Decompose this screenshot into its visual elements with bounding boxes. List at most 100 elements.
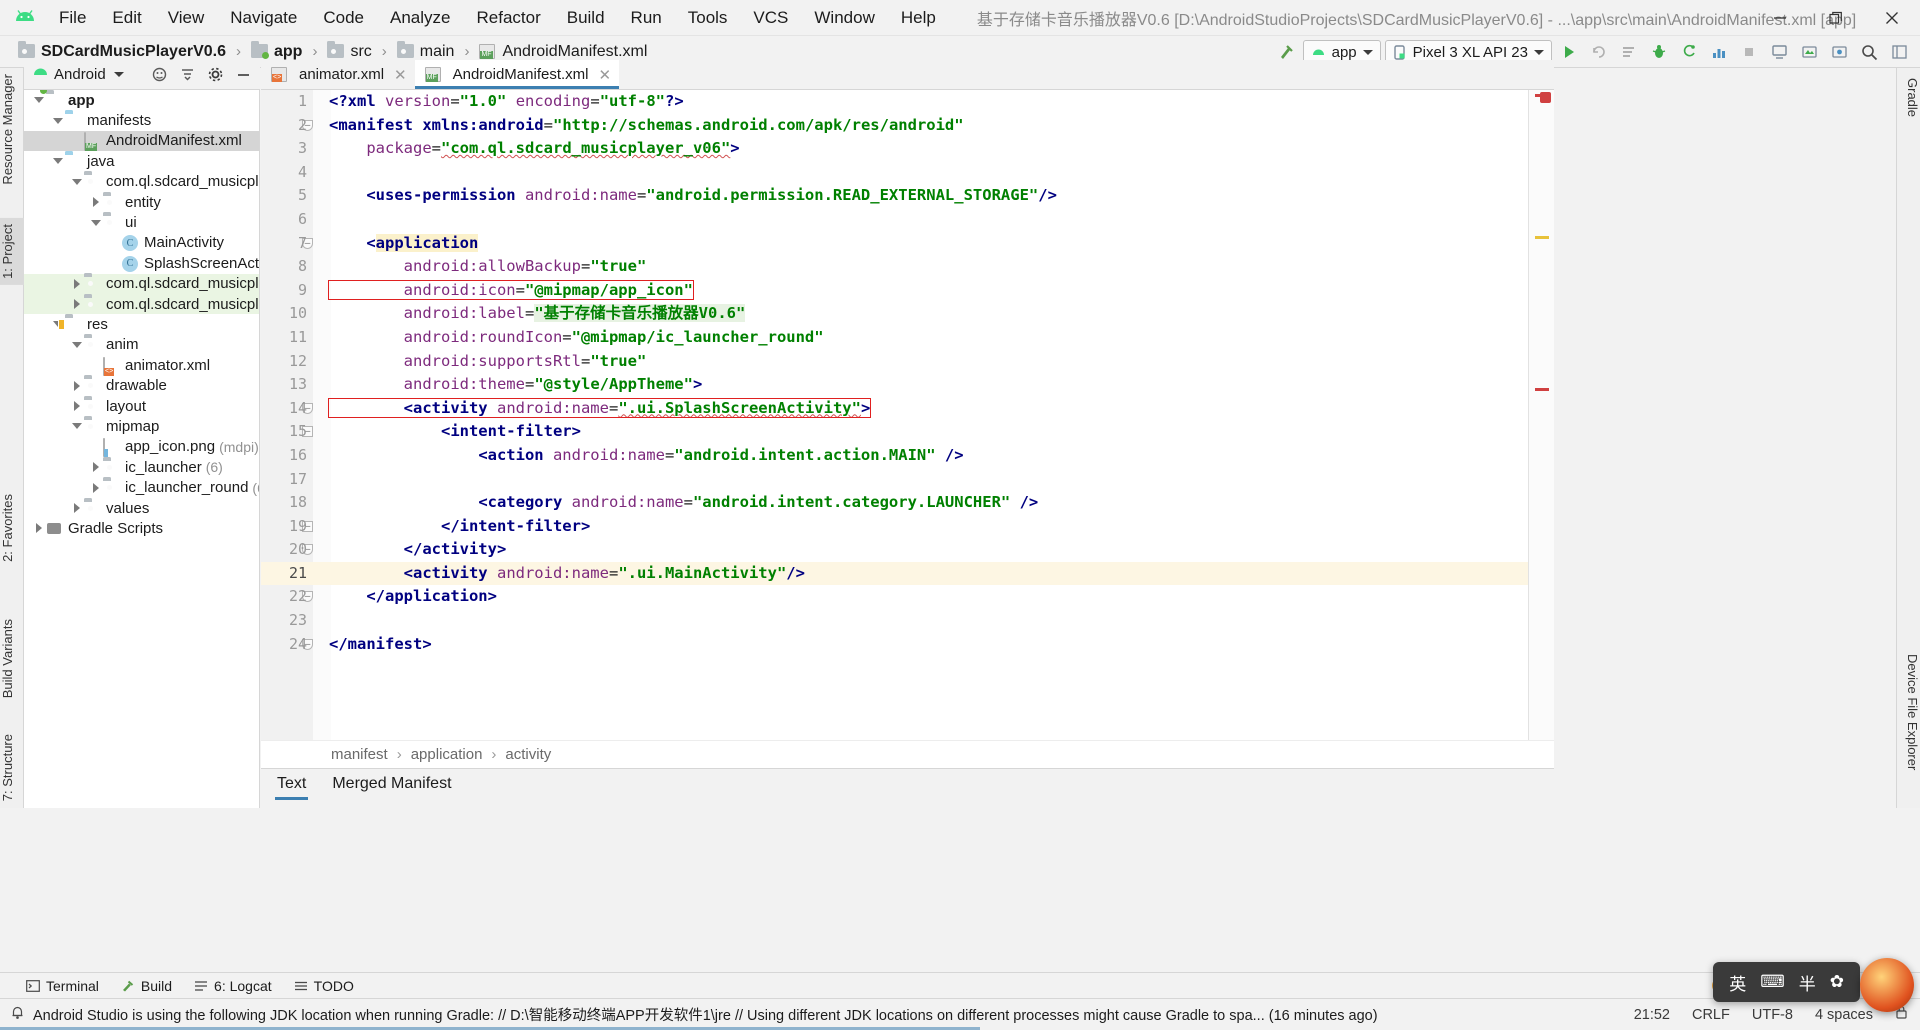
menu-help[interactable]: Help	[888, 4, 949, 32]
sidebar-item-device-file-explorer[interactable]: Device File Explorer	[1896, 648, 1920, 776]
code-line[interactable]: android:icon="@mipmap/app_icon"	[321, 279, 1554, 303]
debug-icon[interactable]	[1646, 39, 1672, 65]
tree-toggle-collapsed-icon[interactable]	[70, 297, 84, 311]
chevron-down-icon-project[interactable]	[113, 72, 124, 77]
tree-node-values[interactable]: values	[24, 498, 259, 518]
status-indent[interactable]: 4 spaces	[1815, 1007, 1873, 1023]
tree-node-mainactivity[interactable]: C MainActivity	[24, 233, 259, 253]
settings-gear-icon[interactable]	[202, 62, 228, 88]
status-line-separator[interactable]: CRLF	[1692, 1007, 1730, 1023]
tree-toggle-collapsed-icon[interactable]	[32, 521, 46, 535]
sdk-manager-icon[interactable]	[1796, 39, 1822, 65]
tree-toggle-expanded-icon[interactable]	[70, 419, 84, 433]
code-content[interactable]: <?xml version="1.0" encoding="utf-8"?> – <…	[302, 90, 1554, 740]
tree-toggle-collapsed-icon[interactable]	[89, 460, 103, 474]
tree-node-manifests[interactable]: manifests	[24, 110, 259, 130]
tree-toggle-expanded-icon[interactable]	[70, 338, 84, 352]
stop-icon[interactable]	[1736, 39, 1762, 65]
error-badge-icon[interactable]	[1540, 92, 1551, 103]
menu-window[interactable]: Window	[801, 4, 887, 32]
tree-node-ic-launcher[interactable]: ic_launcher (6)	[24, 457, 259, 477]
tree-toggle-expanded-icon[interactable]	[70, 175, 84, 189]
code-line[interactable]: android:label="基于存储卡音乐播放器V0.6"	[321, 302, 1554, 326]
code-line[interactable]: – </activity>	[302, 538, 1554, 562]
restore-icon[interactable]	[1808, 0, 1864, 36]
tree-node-app-icon-png[interactable]: app_icon.png (mdpi)	[24, 437, 259, 458]
run-icon[interactable]	[1556, 39, 1582, 65]
code-line[interactable]: – </intent-filter>	[302, 515, 1554, 539]
menu-edit[interactable]: Edit	[99, 4, 154, 32]
tool-window-terminal[interactable]: Terminal	[26, 978, 99, 994]
tree-toggle-collapsed-icon[interactable]	[70, 277, 84, 291]
tab-text[interactable]: Text	[275, 772, 309, 800]
tree-toggle-collapsed-icon[interactable]	[70, 501, 84, 515]
tree-node-ic-launcher-round[interactable]: ic_launcher_round(6)	[24, 477, 259, 497]
code-line[interactable]: android:allowBackup="true"	[321, 255, 1554, 279]
menu-navigate[interactable]: Navigate	[217, 4, 310, 32]
avd-manager-icon[interactable]	[1766, 39, 1792, 65]
code-line[interactable]: android:roundIcon="@mipmap/ic_launcher_r…	[321, 326, 1554, 350]
code-line[interactable]: android:supportsRtl="true"	[321, 350, 1554, 374]
hide-panel-icon[interactable]	[230, 62, 256, 88]
code-line[interactable]	[321, 208, 1554, 232]
menu-run[interactable]: Run	[618, 4, 675, 32]
ime-language-bar[interactable]: 英 ⌨ 半 ✿	[1713, 962, 1860, 1002]
sidebar-item-build-variants[interactable]: Build Variants	[0, 613, 24, 704]
tree-node-animator-xml[interactable]: <> animator.xml	[24, 355, 259, 376]
tree-node-entity[interactable]: entity	[24, 192, 259, 212]
code-line[interactable]: android:theme="@style/AppTheme">	[321, 373, 1554, 397]
profiler-icon[interactable]	[1706, 39, 1732, 65]
menu-view[interactable]: View	[155, 4, 218, 32]
tree-node-ui[interactable]: ui	[24, 212, 259, 232]
locate-icon[interactable]	[146, 62, 172, 88]
code-line[interactable]	[321, 609, 1554, 633]
tree-node-java[interactable]: java	[24, 151, 259, 171]
tree-node-com-ql-sdcard-musicplayer[interactable]: com.ql.sdcard_musicplayer	[24, 293, 259, 315]
sidebar-item-favorites[interactable]: 2: Favorites	[0, 488, 24, 568]
error-marker-2[interactable]	[1535, 388, 1549, 391]
status-encoding[interactable]: UTF-8	[1752, 1007, 1793, 1023]
menu-build[interactable]: Build	[554, 4, 618, 32]
code-line[interactable]: – </manifest>	[302, 633, 1554, 657]
menu-vcs[interactable]: VCS	[740, 4, 801, 32]
code-line[interactable]: <action android:name="android.intent.act…	[321, 444, 1554, 468]
editor-breadcrumb-activity[interactable]: activity	[505, 746, 551, 763]
project-tree[interactable]: app manifests MF AndroidManifest.xml java com…	[24, 90, 260, 808]
tree-node-layout[interactable]: layout	[24, 396, 259, 416]
close-icon[interactable]	[1864, 0, 1920, 36]
tree-node-drawable[interactable]: drawable	[24, 375, 259, 395]
tree-toggle-collapsed-icon[interactable]	[70, 379, 84, 393]
code-line[interactable]: – </application>	[302, 585, 1554, 609]
sidebar-item-project[interactable]: 1: Project	[0, 218, 24, 285]
menu-file[interactable]: File	[46, 4, 99, 32]
apply-code-changes-icon[interactable]	[1616, 39, 1642, 65]
code-line[interactable]: package="com.ql.sdcard_musicplayer_v06">	[321, 137, 1554, 161]
collapse-all-icon[interactable]	[174, 62, 200, 88]
tree-node-androidmanifest-xml[interactable]: MF AndroidManifest.xml	[24, 130, 259, 152]
tree-node-app[interactable]: app	[24, 90, 259, 110]
sidebar-item-structure[interactable]: 7: Structure	[0, 728, 24, 807]
tree-node-com-ql-sdcard-musicplayer[interactable]: com.ql.sdcard_musicplayer	[24, 172, 259, 192]
tool-window-todo[interactable]: TODO	[294, 978, 354, 994]
ime-orb-icon[interactable]	[1860, 958, 1914, 1012]
editor-breadcrumb-application[interactable]: application	[411, 746, 483, 763]
ime-keyboard-icon[interactable]: ⌨	[1760, 972, 1785, 992]
search-icon[interactable]	[1856, 39, 1882, 65]
apply-changes-icon[interactable]	[1586, 39, 1612, 65]
menu-refactor[interactable]: Refactor	[463, 4, 553, 32]
project-structure-icon[interactable]	[1886, 39, 1912, 65]
code-line[interactable]	[321, 161, 1554, 185]
code-line[interactable]: <category android:name="android.intent.c…	[321, 491, 1554, 515]
tree-toggle-expanded-icon[interactable]	[89, 216, 103, 230]
close-icon-tab-manifest[interactable]: ✕	[599, 66, 612, 84]
tree-node-splashscreenactivity[interactable]: C SplashScreenActivity	[24, 253, 259, 273]
tree-toggle-expanded-icon[interactable]	[32, 93, 46, 107]
sidebar-item-gradle[interactable]: Gradle	[1896, 72, 1920, 123]
code-line[interactable]: <uses-permission android:name="android.p…	[321, 184, 1554, 208]
attach-debugger-icon[interactable]	[1676, 39, 1702, 65]
editor-tab-manifest[interactable]: MF AndroidManifest.xml ✕	[414, 60, 620, 89]
tree-toggle-collapsed-icon[interactable]	[70, 399, 84, 413]
minimize-icon[interactable]	[1752, 0, 1808, 36]
tree-toggle-collapsed-icon[interactable]	[89, 195, 103, 209]
tab-merged-manifest[interactable]: Merged Manifest	[330, 772, 453, 796]
